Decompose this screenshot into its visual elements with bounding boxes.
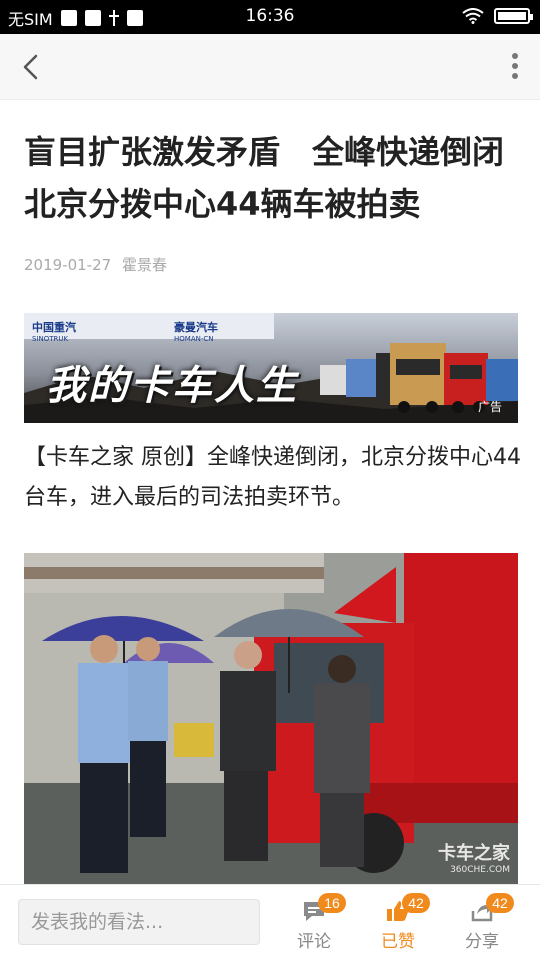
like-label: 已赞: [381, 932, 415, 952]
ad-slogan: 我的卡车人生: [46, 363, 298, 409]
battery-icon: [494, 8, 533, 24]
article-title: 盲目扩张激发矛盾 全峰快递倒闭 北京分拨中心44辆车被拍卖: [24, 133, 505, 223]
share-label: 分享: [465, 932, 499, 952]
article-page: 无SIM 16:36 盲目扩张激发矛盾 全峰快递倒闭 北京分拨中心44辆车被拍卖…: [0, 0, 540, 960]
ad-label: 广告: [477, 400, 502, 414]
nav-bar: [0, 34, 540, 100]
ad-brand-right: 豪曼汽车 HOMAN-CN: [174, 319, 218, 343]
photo-scene: [24, 553, 518, 885]
article-body: 【卡车之家 原创】全峰快递倒闭，北京分拨中心44台车，进入最后的司法拍卖环节。: [24, 445, 521, 510]
wifi-icon: [462, 8, 484, 24]
article-photo[interactable]: 卡车之家 360CHE.COM: [24, 553, 518, 885]
bottom-action-bar: 发表我的看法... 16 评论 42 已赞 42 分享: [0, 884, 540, 960]
article-date: 2019-01-27: [24, 256, 112, 274]
ad-brand-left-en: SINOTRUK: [32, 335, 69, 343]
comment-input[interactable]: 发表我的看法...: [18, 899, 260, 945]
ad-brand-right-en: HOMAN-CN: [174, 335, 214, 343]
chevron-left-icon[interactable]: [16, 50, 48, 84]
status-time: 16:36: [245, 6, 295, 26]
comment-button[interactable]: 16 评论: [284, 893, 346, 955]
comment-count-badge: 16: [318, 893, 346, 913]
more-vertical-icon[interactable]: [508, 52, 522, 82]
photo-watermark-sub: 360CHE.COM: [450, 865, 510, 875]
ad-brand-right-text: 豪曼汽车: [174, 321, 218, 334]
like-button[interactable]: 42 已赞: [368, 893, 430, 955]
status-bar: 无SIM 16:36: [0, 0, 540, 34]
share-button[interactable]: 42 分享: [452, 893, 514, 955]
ad-brand-left-text: 中国重汽: [32, 321, 76, 334]
status-right: [462, 8, 533, 24]
like-count-badge: 42: [402, 893, 430, 913]
photo-watermark-text: 卡车之家: [438, 843, 510, 864]
ad-banner[interactable]: 中国重汽 SINOTRUK 豪曼汽车 HOMAN-CN 我的卡车人生 广告: [24, 313, 518, 423]
photo-watermark: 卡车之家 360CHE.COM: [438, 839, 510, 875]
article-author[interactable]: 霍景春: [122, 256, 167, 274]
comment-label: 评论: [297, 932, 331, 952]
ad-brand-left: 中国重汽 SINOTRUK: [32, 319, 76, 343]
share-count-badge: 42: [486, 893, 514, 913]
article-meta: 2019-01-27 霍景春: [24, 254, 167, 275]
